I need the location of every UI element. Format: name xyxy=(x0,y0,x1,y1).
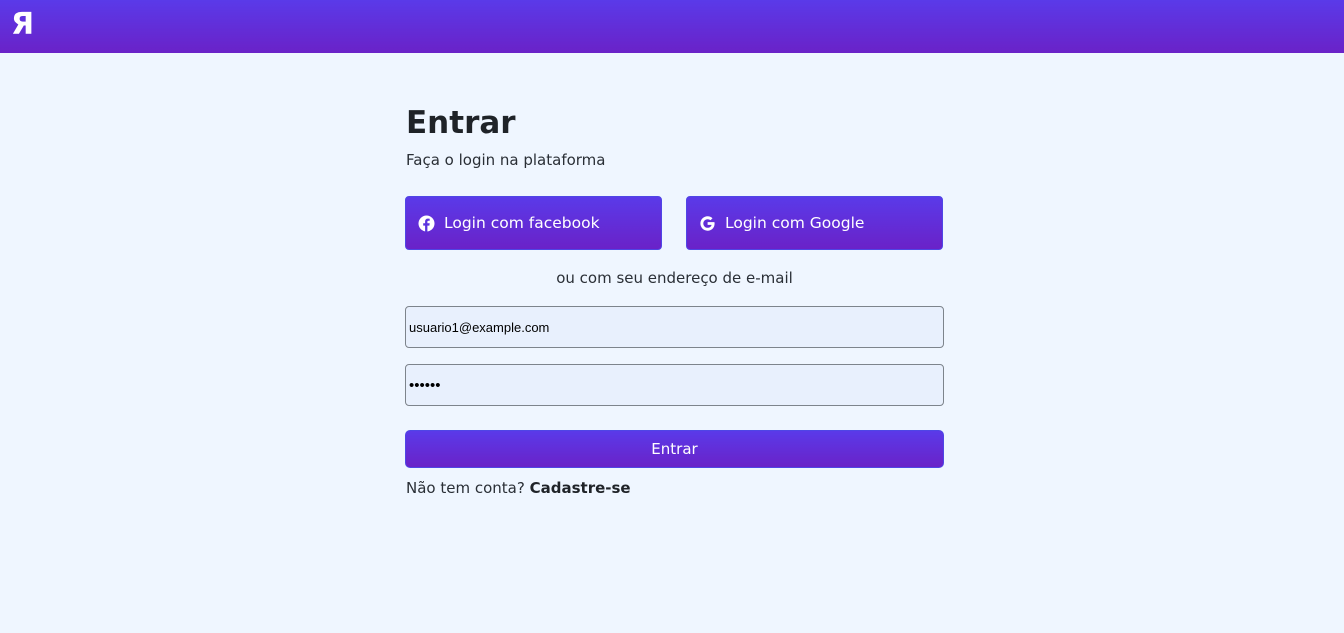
password-field[interactable] xyxy=(405,364,944,406)
facebook-icon xyxy=(418,215,435,232)
google-login-button[interactable]: Login com Google xyxy=(686,196,943,250)
signup-link[interactable]: Cadastre-se xyxy=(530,479,631,497)
signup-prompt: Não tem conta? xyxy=(406,479,525,497)
page-subtitle: Faça o login na plataforma xyxy=(406,151,606,169)
email-divider-text: ou com seu endereço de e-mail xyxy=(556,269,793,287)
submit-login-button[interactable]: Entrar xyxy=(405,430,944,468)
page-title: Entrar xyxy=(406,105,516,141)
facebook-login-label: Login com facebook xyxy=(444,214,600,232)
email-field[interactable] xyxy=(405,306,944,348)
google-login-label: Login com Google xyxy=(725,214,865,232)
top-navbar: Я xyxy=(0,0,1344,53)
facebook-login-button[interactable]: Login com facebook xyxy=(405,196,662,250)
signup-row: Não tem conta? Cadastre-se xyxy=(406,478,631,498)
google-icon xyxy=(699,215,716,232)
brand-logo[interactable]: Я xyxy=(11,7,34,43)
